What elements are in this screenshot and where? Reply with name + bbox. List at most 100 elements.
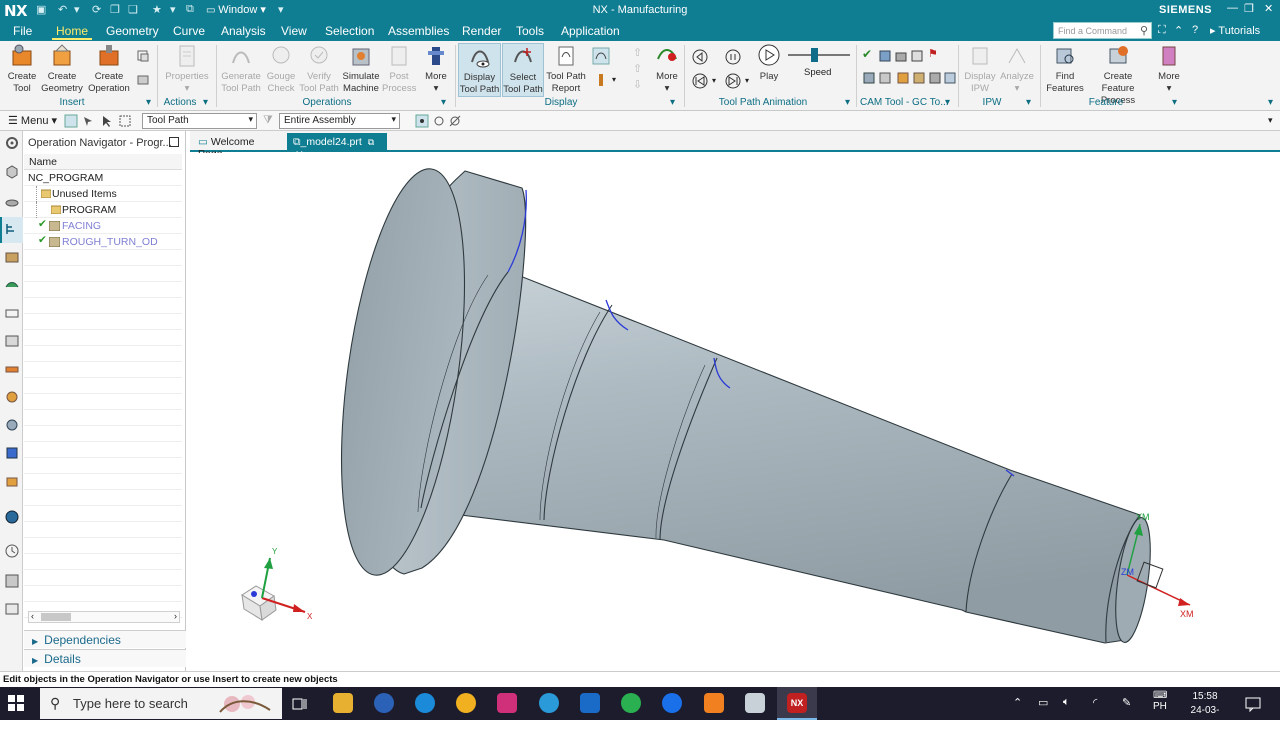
part-navigator-icon[interactable] xyxy=(4,164,20,180)
tab-home[interactable]: Home xyxy=(56,24,88,38)
fast-forward-dropdown-icon[interactable]: ▾ xyxy=(745,76,749,85)
speed-slider-thumb[interactable] xyxy=(811,48,819,62)
cam-tool-icon-2[interactable] xyxy=(894,49,908,63)
scrollbar-thumb[interactable] xyxy=(41,613,71,621)
gouge-check-button[interactable]: Gouge Check xyxy=(264,43,298,95)
command-search-input[interactable]: Find a Command ⚲ xyxy=(1053,22,1152,39)
cam-tool-icon-3[interactable] xyxy=(910,49,924,63)
qa-dropdown-icon[interactable]: ▾ xyxy=(170,3,176,16)
tab-tools[interactable]: Tools xyxy=(516,24,544,38)
help-icon[interactable]: ? xyxy=(1192,24,1198,36)
generate-tool-path-button[interactable]: Generate Tool Path xyxy=(218,43,264,95)
feature-group-dropdown-icon[interactable]: ▾ xyxy=(1172,97,1177,108)
tool-path-report-button[interactable]: Tool Path Report xyxy=(545,43,587,95)
cursor-icon[interactable] xyxy=(100,114,114,128)
chrome-icon[interactable] xyxy=(456,693,476,713)
window-menu[interactable]: ▭ Window ▾ xyxy=(206,3,266,16)
feature-navigator-icon[interactable] xyxy=(4,277,20,293)
roles-icon[interactable] xyxy=(4,601,20,617)
settings-icon[interactable] xyxy=(4,135,20,151)
app-icon[interactable] xyxy=(704,693,724,713)
fixture-icon[interactable] xyxy=(4,305,20,321)
pen-icon[interactable]: ✎ xyxy=(1122,696,1131,709)
cam-tool-icon-9[interactable] xyxy=(943,71,957,85)
edge-icon[interactable] xyxy=(415,693,435,713)
fast-forward-icon[interactable] xyxy=(725,73,741,89)
find-features-button[interactable]: Find Features xyxy=(1046,43,1084,95)
display-ipw-button[interactable]: Display IPW xyxy=(962,43,998,95)
filter-toggle-icon[interactable] xyxy=(64,114,78,128)
rewind-icon[interactable] xyxy=(692,73,708,89)
copy-object-icon[interactable] xyxy=(136,49,150,63)
cam-tool-icon-5[interactable] xyxy=(878,71,892,85)
ribbon-collapse-icon[interactable]: ⌃ xyxy=(1174,24,1183,37)
ribbon-options-dropdown-icon[interactable]: ▾ xyxy=(1268,97,1273,108)
operations-more-button[interactable]: More ▾ xyxy=(420,43,452,95)
web-browser-icon[interactable] xyxy=(4,509,20,525)
tree-row-nc-program[interactable]: NC_PROGRAM xyxy=(24,170,182,186)
simulate-machine-button[interactable]: Simulate Machine xyxy=(340,43,382,95)
file-explorer-icon[interactable] xyxy=(333,693,353,713)
notepad-icon[interactable] xyxy=(745,693,765,713)
post-process-button[interactable]: Post Process xyxy=(382,43,416,95)
operations-group-dropdown-icon[interactable]: ▾ xyxy=(441,97,446,108)
graphics-window[interactable]: XM YM ZM X Y xyxy=(190,153,1280,671)
fullscreen-icon[interactable]: ⛶ xyxy=(1158,24,1166,37)
tab-analysis[interactable]: Analysis xyxy=(221,24,266,38)
ruler-icon[interactable] xyxy=(4,361,20,377)
browser-icon[interactable] xyxy=(374,693,394,713)
battery-icon[interactable]: ▭ xyxy=(1038,696,1048,709)
tab-file[interactable]: File xyxy=(13,24,32,38)
minimize-button[interactable]: — xyxy=(1227,2,1238,14)
tab-selection[interactable]: Selection xyxy=(325,24,374,38)
type-filter-select[interactable]: Tool Path ▾ xyxy=(142,113,257,129)
machine-icon[interactable] xyxy=(4,333,20,349)
restore-button[interactable]: ❐ xyxy=(1244,2,1254,15)
filter-funnel-icon[interactable]: ⧩ xyxy=(263,114,273,127)
edit-object-icon[interactable] xyxy=(136,73,150,87)
tree-row-rough-turn-od[interactable]: ✔ ROUGH_TURN_OD xyxy=(24,234,182,250)
layers-icon[interactable] xyxy=(4,473,20,489)
analyze-button[interactable]: Analyze ▾ xyxy=(999,43,1035,95)
clock[interactable]: 15:58 24-03-2024 xyxy=(1180,690,1230,732)
cam-tool-icon-8[interactable] xyxy=(928,71,942,85)
notifications-icon[interactable] xyxy=(1245,696,1261,712)
display-option-icon[interactable] xyxy=(592,47,610,65)
tab-view[interactable]: View xyxy=(281,24,307,38)
tab-welcome-page[interactable]: ▭ Welcome Page xyxy=(192,133,286,160)
properties-button[interactable]: Properties ▾ xyxy=(162,43,212,95)
tab-assemblies[interactable]: Assemblies xyxy=(388,24,449,38)
whatsapp-icon[interactable] xyxy=(621,693,641,713)
windows-start-icon[interactable] xyxy=(8,695,24,711)
tree-row-facing[interactable]: ✔ FACING xyxy=(24,218,182,234)
animation-group-dropdown-icon[interactable]: ▾ xyxy=(845,97,850,108)
restore-tab-icon[interactable]: ⧉ xyxy=(368,137,374,147)
step-back-icon[interactable] xyxy=(692,49,708,65)
tab-render[interactable]: Render xyxy=(462,24,501,38)
telegram-icon[interactable] xyxy=(539,693,559,713)
select-all-icon[interactable] xyxy=(118,114,132,128)
tab-model-part[interactable]: ⧉_model24.prt ⧉ ✕ xyxy=(287,133,387,161)
save-icon[interactable]: ▣ xyxy=(36,3,46,16)
redo-icon[interactable]: ⟳ xyxy=(92,3,101,16)
snap-endpoint-icon[interactable] xyxy=(432,114,446,128)
tool-display-dropdown-icon[interactable]: ▾ xyxy=(612,75,616,84)
toolbar-options-dropdown-icon[interactable]: ▾ xyxy=(1268,115,1273,126)
horizontal-scrollbar[interactable]: ‹ › xyxy=(28,611,180,623)
shaft-model[interactable]: XM YM ZM X Y xyxy=(190,153,1280,671)
maximize-icon[interactable] xyxy=(169,137,179,147)
snap-point-icon[interactable] xyxy=(415,114,429,128)
display-more-button[interactable]: More ▾ xyxy=(652,43,682,95)
customize-dropdown-icon[interactable]: ▾ xyxy=(278,3,284,16)
flag-icon[interactable]: ⚑ xyxy=(928,47,938,60)
volume-icon[interactable]: 🔈︎ xyxy=(1063,696,1070,709)
star-icon[interactable]: ★ xyxy=(152,3,162,16)
history-icon[interactable] xyxy=(4,543,20,559)
mail-icon[interactable] xyxy=(580,693,600,713)
show-hidden-icons-icon[interactable]: ⌃ xyxy=(1013,696,1022,709)
snap-off-icon[interactable] xyxy=(448,114,462,128)
play-button[interactable]: Play xyxy=(756,43,782,83)
task-view-icon[interactable] xyxy=(292,696,308,712)
undo-icon[interactable]: ↶ xyxy=(58,3,67,16)
column-header-name[interactable]: Name xyxy=(24,154,182,170)
